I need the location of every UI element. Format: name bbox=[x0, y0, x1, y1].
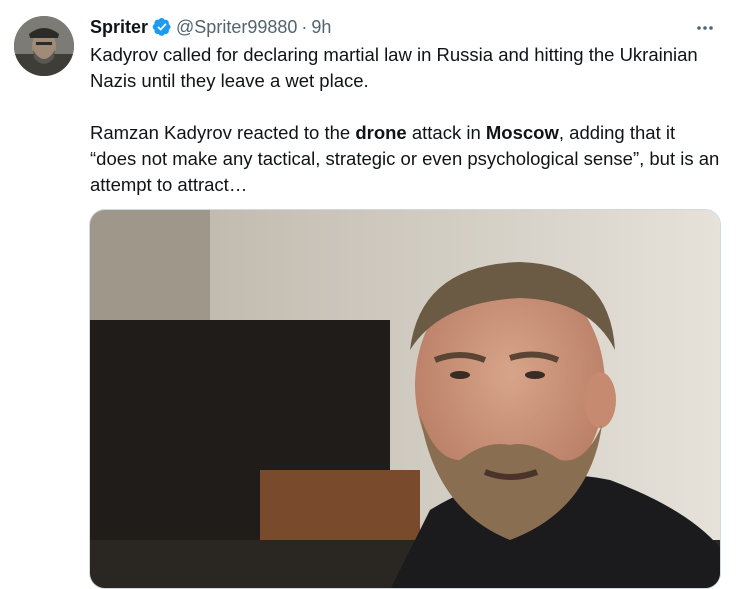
bold-keyword-moscow: Moscow bbox=[485, 122, 559, 143]
tweet-text: Kadyrov called for declaring martial law… bbox=[90, 42, 726, 198]
tweet-header: Spriter @Spriter99880 · 9h bbox=[90, 15, 331, 39]
tweet-paragraph-1: Kadyrov called for declaring martial law… bbox=[90, 44, 698, 91]
tweet-media-photo[interactable] bbox=[89, 209, 721, 589]
header-separator: · bbox=[301, 17, 308, 37]
text-segment: Ramzan Kadyrov reacted to the bbox=[90, 122, 356, 143]
avatar-image bbox=[14, 16, 74, 76]
verified-badge-icon[interactable] bbox=[152, 17, 172, 37]
more-options-button[interactable] bbox=[691, 14, 719, 42]
photo-image bbox=[90, 210, 720, 588]
tweet-timestamp[interactable]: 9h bbox=[311, 15, 331, 39]
text-segment: attack in bbox=[406, 122, 486, 143]
tweet[interactable]: Spriter @Spriter99880 · 9h Kadyrov calle… bbox=[0, 0, 737, 589]
more-options-icon bbox=[697, 26, 713, 30]
avatar[interactable] bbox=[14, 16, 74, 76]
author-name[interactable]: Spriter bbox=[90, 15, 148, 39]
tweet-paragraph-2: Ramzan Kadyrov reacted to the drone atta… bbox=[90, 120, 726, 198]
author-handle[interactable]: @Spriter99880 bbox=[176, 15, 297, 39]
bold-keyword-drone: drone bbox=[355, 122, 407, 143]
